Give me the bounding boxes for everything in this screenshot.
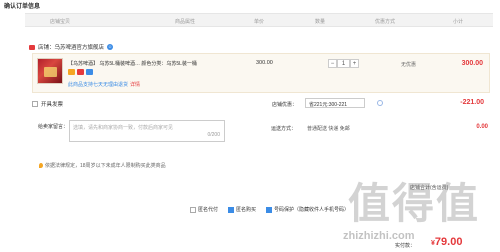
shipping-label: 运送方式： (271, 126, 297, 132)
shop-row: 店铺：乌苏啤酒官方旗舰店 ☺ (29, 42, 114, 52)
coupon-label: 店铺优惠： (272, 102, 298, 108)
product-thumbnail[interactable] (37, 58, 63, 84)
return-details-link[interactable]: 详情 (130, 82, 140, 88)
invoice-checkbox[interactable] (32, 101, 38, 107)
remark-input[interactable]: 选填，请先和商家协商一致，付款后商家可见 0/200 (69, 120, 225, 142)
col-quantity: 数量 (315, 19, 326, 25)
remark-char-count: 0/200 (207, 132, 220, 138)
col-price: 单价 (254, 19, 265, 25)
option-anonymous[interactable]: 匿名购买 (228, 206, 256, 213)
option-proxy-pay[interactable]: 匿名代付 (190, 206, 218, 213)
info-icon[interactable] (377, 100, 383, 106)
shop-icon (29, 44, 35, 50)
col-subtotal: 小计 (453, 19, 464, 25)
shipping-method[interactable]: 普通配送 快递 免邮 (307, 125, 350, 132)
payment-summary: 实付款： ¥79.00 (395, 233, 500, 252)
col-discount: 优惠方式 (375, 19, 396, 25)
badge-icon (68, 69, 75, 75)
remark-label: 给卖家留言： (38, 124, 69, 130)
shop-name-link[interactable]: 店铺：乌苏啤酒官方旗舰店 (38, 43, 104, 51)
qty-plus-button[interactable]: + (350, 59, 359, 68)
item-subtotal: 300.00 (461, 60, 483, 67)
quantity-stepper: − 1 + (328, 59, 359, 68)
proxy-pay-checkbox[interactable] (190, 206, 196, 213)
invoice-coupon-row: 开具发票 店铺优惠： 省221元:300-221 -221.00 (32, 97, 490, 111)
col-attributes: 商品属性 (175, 19, 196, 25)
qty-input[interactable]: 1 (337, 59, 350, 68)
anonymous-label: 匿名购买 (236, 207, 257, 213)
number-protect-checkbox[interactable] (266, 206, 273, 213)
invoice-label: 开具发票 (41, 102, 64, 108)
page-title: 确认订单信息 (4, 4, 41, 10)
col-shop-item: 店铺宝贝 (50, 19, 71, 25)
order-item: 【乌苏啤酒】 乌苏5L桶装啤酒… 颜色分类：乌苏5L装一桶 此商品支持七天无理由… (32, 53, 490, 93)
badge-icon (86, 69, 93, 75)
badge-icon (77, 69, 84, 75)
remark-placeholder: 选填，请先和商家协商一致，付款后商家可见 (73, 125, 174, 131)
shipping-fee: 0.00 (476, 124, 488, 130)
return-policy-text: 此商品支持七天无理由退货 (68, 82, 129, 88)
service-badges (68, 69, 93, 75)
number-protect-label: 号码保护（隐藏收件人手机号码） (274, 207, 350, 213)
proxy-pay-label: 匿名代付 (198, 207, 219, 213)
unit-price: 300.00 (256, 60, 273, 66)
payment-value: 79.00 (434, 236, 463, 248)
payment-amount: ¥79.00 (431, 236, 462, 248)
product-title-link[interactable]: 【乌苏啤酒】 乌苏5L桶装啤酒… 颜色分类：乌苏5L装一桶 (68, 60, 197, 67)
chat-icon[interactable]: ☺ (107, 44, 114, 50)
option-number-protect[interactable]: 号码保护（隐藏收件人手机号码） (266, 206, 349, 213)
column-header: 店铺宝贝 商品属性 单价 数量 优惠方式 小计 (25, 13, 493, 27)
promotion-text: 无优惠 (401, 62, 417, 68)
legal-notice: 依据法律规定，18周岁以下未成年人限制购买此类商品 (39, 162, 166, 169)
return-policy: 此商品支持七天无理由退货 详情 (68, 81, 140, 88)
payment-label: 实付款： (395, 243, 416, 249)
watermark-logo: 值得值 (348, 180, 481, 227)
coupon-discount: -221.00 (460, 99, 484, 106)
qty-minus-button[interactable]: − (328, 59, 337, 68)
legal-notice-text: 依据法律规定，18周岁以下未成年人限制购买此类商品 (45, 163, 166, 169)
coupon-select[interactable]: 省221元:300-221 (305, 98, 365, 108)
order-options: 匿名代付 匿名购买 号码保护（隐藏收件人手机号码） (190, 206, 349, 213)
anonymous-checkbox[interactable] (228, 206, 235, 213)
location-pin-icon (39, 163, 43, 168)
